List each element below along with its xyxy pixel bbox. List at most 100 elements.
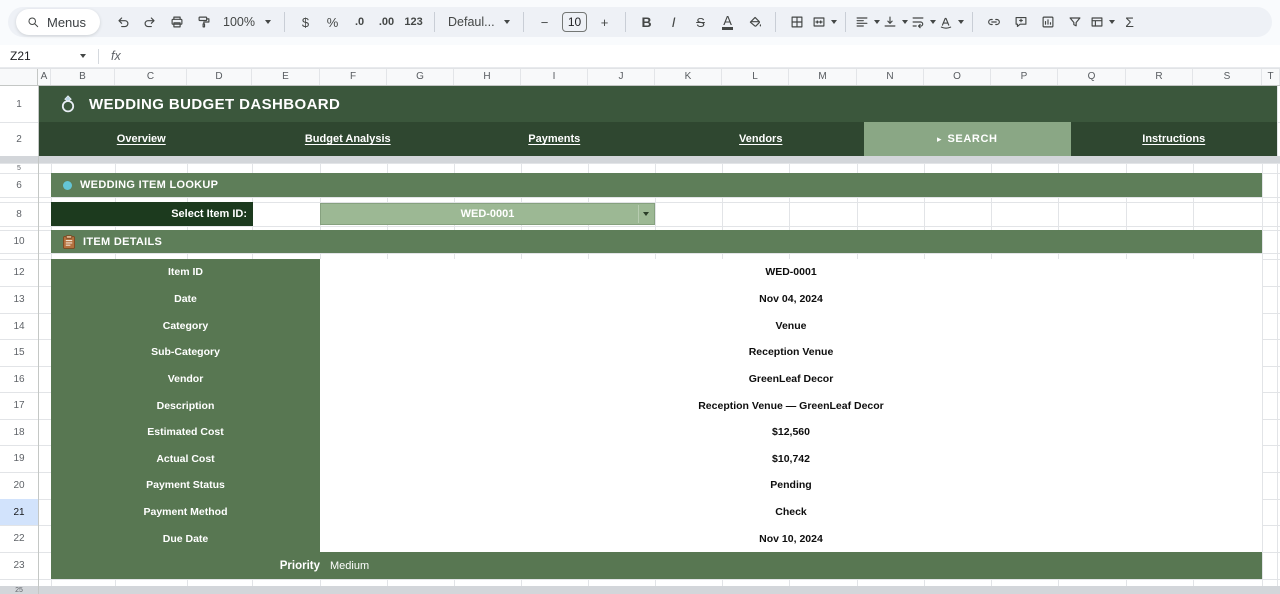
italic-button[interactable]: I [661, 9, 686, 35]
column-header-I[interactable]: I [521, 69, 588, 85]
fill-color-button[interactable] [742, 9, 767, 35]
column-header-K[interactable]: K [655, 69, 722, 85]
insert-link-button[interactable] [981, 9, 1006, 35]
column-header-F[interactable]: F [320, 69, 387, 85]
field-value[interactable]: $12,560 [320, 426, 1262, 438]
column-header-G[interactable]: G [387, 69, 454, 85]
fill-bucket-icon [747, 14, 763, 30]
column-header-O[interactable]: O [924, 69, 991, 85]
row-header-19[interactable]: 19 [0, 445, 38, 472]
field-value[interactable]: Nov 04, 2024 [320, 293, 1262, 305]
select-all-corner[interactable] [0, 69, 38, 85]
column-header-Q[interactable]: Q [1058, 69, 1126, 85]
column-header-H[interactable]: H [454, 69, 521, 85]
detail-row: Actual Cost$10,742 [51, 445, 1262, 472]
detail-row: Item IDWED-0001 [51, 259, 1262, 286]
merge-cells-button[interactable] [811, 9, 837, 35]
text-color-button[interactable]: A [715, 9, 740, 35]
redo-button[interactable] [137, 9, 162, 35]
row-header-21[interactable]: 21 [0, 499, 38, 525]
borders-button[interactable] [784, 9, 809, 35]
insert-chart-button[interactable] [1035, 9, 1060, 35]
field-value[interactable]: Check [320, 506, 1262, 518]
insert-comment-button[interactable] [1008, 9, 1033, 35]
font-size-input[interactable]: 10 [562, 12, 587, 32]
column-header-J[interactable]: J [588, 69, 655, 85]
column-header-N[interactable]: N [857, 69, 924, 85]
column-header-E[interactable]: E [252, 69, 320, 85]
row-header-16[interactable]: 16 [0, 366, 38, 392]
row-header-25[interactable]: 25 [0, 586, 38, 594]
row-header-17[interactable]: 17 [0, 392, 38, 419]
column-header-B[interactable]: B [51, 69, 115, 85]
undo-icon [115, 14, 131, 30]
font-selector[interactable]: Defaul... [443, 9, 515, 35]
toolbar: Menus 100% $ % .0 .00 123 Defaul... − 10… [8, 7, 1272, 37]
paint-format-button[interactable] [191, 9, 216, 35]
row-header-22[interactable]: 22 [0, 525, 38, 552]
text-rotation-button[interactable] [938, 9, 964, 35]
column-header-D[interactable]: D [187, 69, 252, 85]
column-header-S[interactable]: S [1193, 69, 1262, 85]
row-header-14[interactable]: 14 [0, 313, 38, 339]
create-filter-button[interactable] [1062, 9, 1087, 35]
increase-font-size-button[interactable]: + [592, 9, 617, 35]
decrease-font-size-button[interactable]: − [532, 9, 557, 35]
column-header-A[interactable]: A [38, 69, 51, 85]
menus-button[interactable]: Menus [16, 9, 100, 35]
column-header-M[interactable]: M [789, 69, 857, 85]
format-percent-button[interactable]: % [320, 9, 345, 35]
vertical-align-button[interactable] [882, 9, 908, 35]
row-header-12[interactable]: 12 [0, 259, 38, 286]
format-currency-button[interactable]: $ [293, 9, 318, 35]
row-header-18[interactable]: 18 [0, 419, 38, 445]
field-value[interactable]: Nov 10, 2024 [320, 533, 1262, 545]
field-value[interactable]: GreenLeaf Decor [320, 373, 1262, 385]
functions-button[interactable]: Σ [1117, 9, 1142, 35]
more-formats-button[interactable]: 123 [401, 9, 426, 35]
row-header-20[interactable]: 20 [0, 472, 38, 499]
topbar: Menus 100% $ % .0 .00 123 Defaul... − 10… [0, 0, 1280, 45]
field-value[interactable]: $10,742 [320, 453, 1262, 465]
column-header-T[interactable]: T [1262, 69, 1280, 85]
zoom-control[interactable]: 100% [218, 9, 276, 35]
tab-overview[interactable]: Overview [38, 122, 245, 156]
row-header-13[interactable]: 13 [0, 286, 38, 313]
tab-vendors[interactable]: Vendors [658, 122, 865, 156]
field-value[interactable]: Reception Venue — GreenLeaf Decor [320, 400, 1262, 412]
tab-payments[interactable]: Payments [451, 122, 658, 156]
print-button[interactable] [164, 9, 189, 35]
column-header-C[interactable]: C [115, 69, 187, 85]
row-header-15[interactable]: 15 [0, 339, 38, 366]
field-value[interactable]: WED-0001 [320, 266, 1262, 278]
row-header-8[interactable]: 8 [0, 202, 38, 226]
undo-button[interactable] [110, 9, 135, 35]
tab-instructions[interactable]: Instructions [1071, 122, 1278, 156]
item-id-dropdown[interactable]: WED-0001 [320, 203, 655, 225]
tab-search[interactable]: ▸SEARCH [864, 122, 1071, 156]
horizontal-align-button[interactable] [854, 9, 880, 35]
bold-button[interactable]: B [634, 9, 659, 35]
field-value[interactable]: Pending [320, 479, 1262, 491]
column-header-P[interactable]: P [991, 69, 1058, 85]
cell-name-box[interactable]: Z21 [10, 49, 86, 63]
field-value[interactable]: Reception Venue [320, 346, 1262, 358]
priority-row: Priority Medium [51, 552, 1262, 579]
row-header-10[interactable]: 10 [0, 230, 38, 253]
row-header-1[interactable]: 1 [0, 86, 38, 122]
row-header-2[interactable]: 2 [0, 122, 38, 156]
row-header-5[interactable]: 5 [0, 163, 38, 173]
decrease-decimal-button[interactable]: .0 [347, 9, 372, 35]
printer-icon [169, 14, 185, 30]
strikethrough-button[interactable]: S [688, 9, 713, 35]
filter-views-button[interactable] [1089, 9, 1115, 35]
text-wrap-button[interactable] [910, 9, 936, 35]
row-header-23[interactable]: 23 [0, 552, 38, 579]
priority-value[interactable]: Medium [330, 560, 369, 572]
field-value[interactable]: Venue [320, 320, 1262, 332]
increase-decimal-button[interactable]: .00 [374, 9, 399, 35]
tab-budget-analysis[interactable]: Budget Analysis [245, 122, 452, 156]
row-header-6[interactable]: 6 [0, 173, 38, 197]
column-header-R[interactable]: R [1126, 69, 1193, 85]
column-header-L[interactable]: L [722, 69, 789, 85]
